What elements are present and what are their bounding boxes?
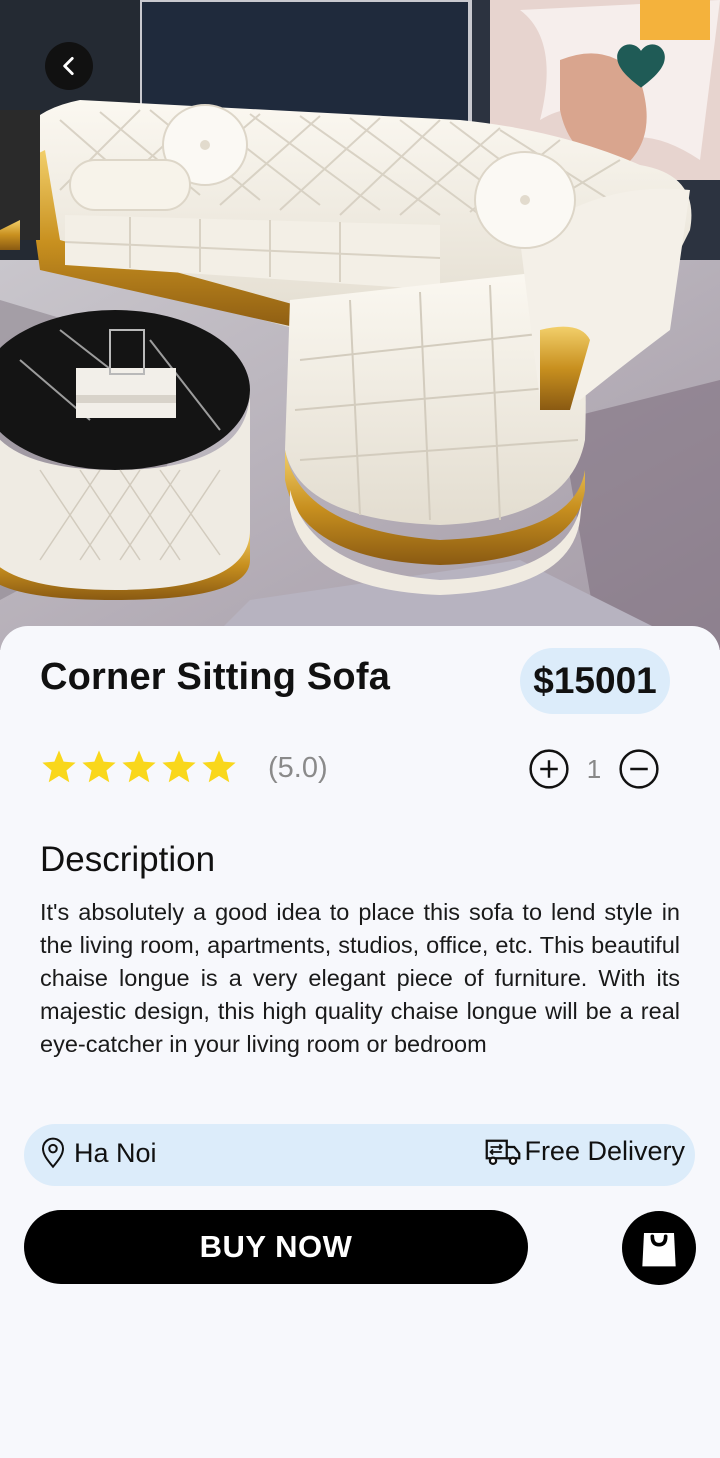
quantity-value: 1 xyxy=(586,753,602,784)
add-to-cart-button[interactable] xyxy=(622,1211,696,1285)
buy-now-button[interactable]: BUY NOW xyxy=(24,1210,528,1284)
star-icon xyxy=(122,750,156,783)
location-info[interactable]: Ha Noi xyxy=(38,1136,157,1170)
map-pin-icon xyxy=(41,1137,65,1169)
sofa-photo xyxy=(0,0,720,650)
shopping-bag-icon xyxy=(642,1233,676,1267)
product-image xyxy=(0,0,720,650)
heart-icon xyxy=(617,44,665,88)
location-label: Ha Noi xyxy=(74,1137,157,1168)
star-icon xyxy=(162,750,196,783)
chevron-left-icon xyxy=(63,57,74,75)
product-title: Corner Sitting Sofa xyxy=(40,656,391,698)
minus-circle-icon[interactable] xyxy=(618,748,660,790)
favorite-button[interactable] xyxy=(612,38,670,94)
star-icon xyxy=(202,750,236,783)
back-button[interactable] xyxy=(45,42,93,90)
rating-value: (5.0) xyxy=(268,752,328,784)
delivery-info[interactable]: Free Delivery xyxy=(484,1136,685,1167)
quantity-stepper: 1 xyxy=(528,748,660,790)
price-badge: $15001 xyxy=(520,648,670,714)
product-details-card: Corner Sitting Sofa $15001 (5.0) 1 Descr… xyxy=(0,626,720,1458)
delivery-label: Free Delivery xyxy=(524,1136,685,1166)
star-icon xyxy=(42,750,76,783)
description-text: It's absolutely a good idea to place thi… xyxy=(40,899,680,1057)
info-bar: Ha Noi Free Delivery xyxy=(24,1124,695,1186)
star-icon xyxy=(82,750,116,783)
description-heading: Description xyxy=(40,840,216,879)
rating-stars xyxy=(40,748,238,786)
plus-circle-icon[interactable] xyxy=(528,748,570,790)
truck-icon xyxy=(486,1139,521,1165)
